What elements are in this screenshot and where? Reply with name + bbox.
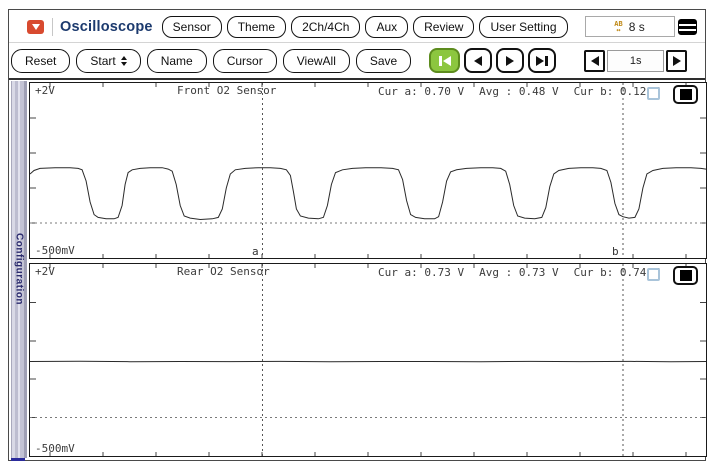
waveform-front [30,83,706,258]
chart-area-divider [9,78,705,80]
skip-to-end-button[interactable] [528,48,557,73]
step-back-button[interactable] [464,48,493,73]
save-button[interactable]: Save [355,48,412,73]
timescale-value: 1s [607,49,665,72]
second-toolbar: Reset Start Name Cursor ViewAll Save 1s [9,44,705,77]
configuration-sidebar-tab[interactable]: Configuration [11,81,27,458]
y-max-label: +2V [35,84,55,97]
viewall-button[interactable]: ViewAll [282,48,350,73]
scope-panel-front: +2V Front O2 Sensor Cur a: 0.70 V Avg : … [29,82,707,259]
channel-mode-button[interactable]: 2Ch/4Ch [291,15,361,38]
cursor-a-label: a [252,245,259,258]
cursor-a-readout: Cur a: 0.73 V [378,266,465,279]
triangle-left-icon [590,55,599,66]
cursor-a-readout: Cur a: 0.70 V [378,85,465,98]
sidebar-label: Configuration [13,233,25,306]
triangle-right-icon [506,55,515,66]
triangle-left-icon [442,55,451,66]
stepper-icon [120,55,127,66]
app-window: Oscilloscope Sensor Theme 2Ch/4Ch Aux Re… [8,9,707,461]
top-toolbar: Oscilloscope Sensor Theme 2Ch/4Ch Aux Re… [9,10,705,43]
y-min-label: -500mV [35,244,75,257]
review-button[interactable]: Review [413,15,475,38]
theme-button[interactable]: Theme [226,15,287,38]
app-title: Oscilloscope [60,18,153,35]
channel-color-button[interactable] [673,85,698,104]
skip-to-start-button[interactable] [429,48,461,73]
channel-color-button[interactable] [673,266,698,285]
skip-start-icon [438,55,442,66]
cursor-b-label: b [612,245,619,258]
triangle-right-icon [672,55,681,66]
channel-checkbox[interactable] [647,268,660,281]
toolbar-divider [9,42,705,43]
channel-checkbox[interactable] [647,87,660,100]
name-button[interactable]: Name [146,48,207,73]
y-max-label: +2V [35,265,55,278]
ab-range-icon: AB ↔ [614,19,623,34]
timescale-decrease-button[interactable] [584,49,606,72]
color-swatch-icon [679,270,692,281]
divider [52,17,53,36]
ab-range-display: AB ↔ 8 s [584,16,675,37]
hamburger-menu-icon[interactable] [678,18,697,35]
chevron-down-icon [31,23,40,30]
avg-readout: Avg : 0.73 V [479,266,559,279]
sidebar-bottom-marker [11,458,25,461]
cursor-readouts: Cur a: 0.73 V Avg : 0.73 V Cur b: 0.74 V [378,266,660,279]
ab-range-value: 8 s [628,19,645,34]
reset-button[interactable]: Reset [11,48,71,73]
triangle-left-icon [474,55,483,66]
triangle-right-icon [536,55,545,66]
scope-panel-rear: +2V Rear O2 Sensor Cur a: 0.73 V Avg : 0… [29,263,707,457]
cursor-readouts: Cur a: 0.70 V Avg : 0.48 V Cur b: 0.12 V [378,85,660,98]
user-setting-button[interactable]: User Setting [479,15,568,38]
step-forward-button[interactable] [496,48,525,73]
avg-readout: Avg : 0.48 V [479,85,559,98]
channel-title: Rear O2 Sensor [177,265,270,278]
timescale-group: 1s [584,49,688,72]
start-button[interactable]: Start [76,48,141,73]
color-swatch-icon [679,89,692,100]
skip-end-icon [545,55,549,66]
sensor-button[interactable]: Sensor [161,15,222,38]
cursor-button[interactable]: Cursor [212,48,277,73]
waveform-rear [30,264,706,456]
y-min-label: -500mV [35,442,75,455]
channel-title: Front O2 Sensor [177,84,277,97]
app-logo-dropdown-icon[interactable] [27,19,44,34]
timescale-increase-button[interactable] [666,49,688,72]
aux-button[interactable]: Aux [365,15,409,38]
